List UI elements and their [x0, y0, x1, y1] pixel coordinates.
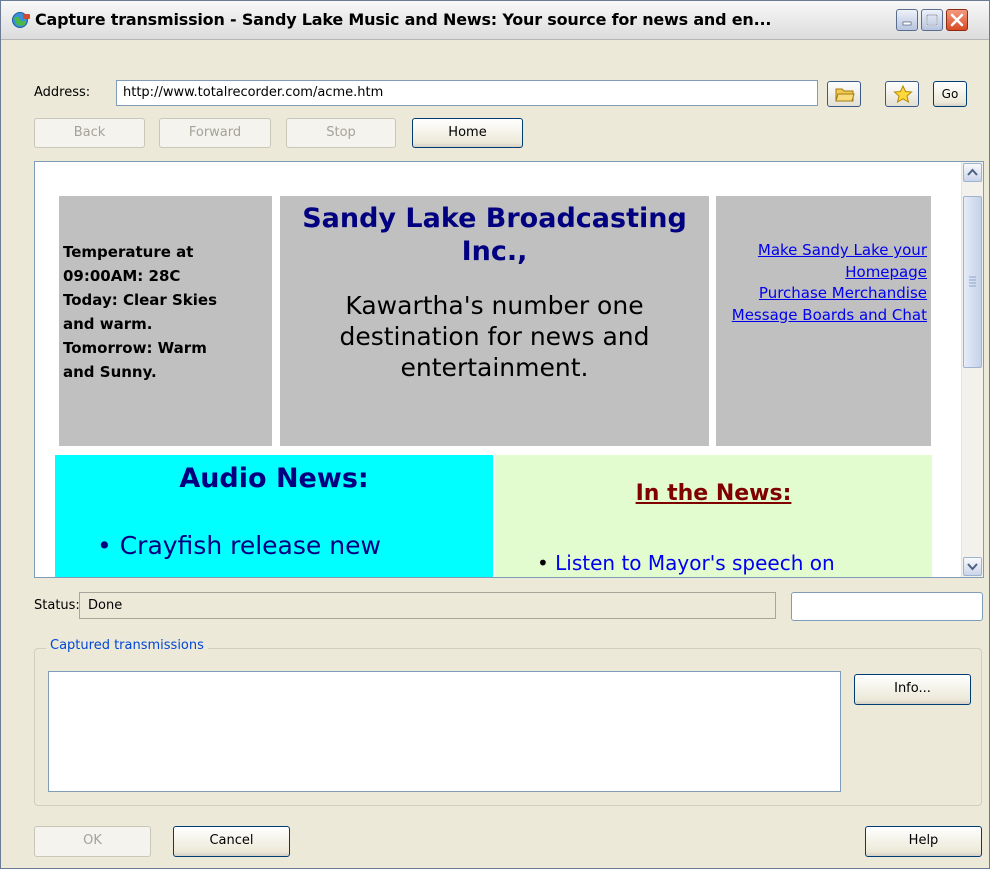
favorites-button[interactable] — [885, 81, 919, 107]
ok-button[interactable]: OK — [34, 826, 151, 857]
grip-icon — [969, 276, 976, 287]
maximize-button[interactable] — [921, 9, 943, 31]
scroll-down-button[interactable] — [963, 557, 982, 576]
capture-dialog: Capture transmission - Sandy Lake Music … — [0, 0, 990, 869]
minimize-button[interactable] — [896, 9, 918, 31]
address-label: Address: — [34, 85, 91, 100]
weather-line: Temperature at — [63, 243, 194, 261]
browse-folder-button[interactable] — [827, 81, 861, 107]
go-button[interactable]: Go — [933, 81, 967, 107]
folder-icon — [835, 88, 855, 102]
star-icon — [893, 85, 913, 103]
scroll-up-button[interactable] — [963, 163, 982, 182]
maximize-icon — [926, 14, 938, 26]
site-tagline: Kawartha's number one destination for ne… — [339, 291, 650, 382]
audio-news-heading: Audio News: — [179, 463, 369, 494]
vertical-scrollbar[interactable] — [961, 162, 983, 577]
audio-news-item: • Crayfish release new — [97, 531, 381, 560]
title-bar[interactable]: Capture transmission - Sandy Lake Music … — [1, 1, 989, 40]
forward-button[interactable]: Forward — [159, 118, 271, 148]
address-input[interactable]: http://www.totalrecorder.com/acme.htm — [116, 80, 818, 106]
stop-button[interactable]: Stop — [286, 118, 396, 148]
back-button[interactable]: Back — [34, 118, 145, 148]
info-button[interactable]: Info... — [854, 674, 971, 705]
audio-news-panel: Audio News: • Crayfish release new — [55, 455, 493, 577]
window-title: Capture transmission - Sandy Lake Music … — [35, 10, 772, 29]
help-button[interactable]: Help — [865, 826, 982, 857]
weather-line: and Sunny. — [63, 363, 157, 381]
weather-line: Today: Clear Skies — [63, 291, 218, 309]
progress-field — [791, 592, 983, 621]
browser-view[interactable]: Temperature at 09:00AM: 28C Today: Clear… — [34, 161, 984, 578]
merchandise-link[interactable]: Purchase Merchandise — [759, 284, 927, 302]
news-item-link[interactable]: Listen to Mayor's speech on — [555, 551, 834, 575]
close-icon — [950, 13, 964, 27]
weather-line: 09:00AM: 28C — [63, 267, 181, 285]
close-button[interactable] — [946, 9, 968, 31]
minimize-icon — [902, 21, 912, 26]
audio-news-item-text[interactable]: Crayfish release new — [120, 531, 381, 560]
links-panel: Make Sandy Lake your Homepage Purchase M… — [716, 196, 931, 446]
message-boards-link[interactable]: Message Boards and Chat — [732, 306, 927, 324]
chevron-up-icon — [967, 168, 978, 176]
scroll-thumb[interactable] — [963, 196, 982, 368]
in-the-news-heading[interactable]: In the News: — [495, 481, 932, 506]
weather-panel: Temperature at 09:00AM: 28C Today: Clear… — [59, 196, 272, 446]
site-title: Sandy Lake Broadcasting Inc., — [302, 203, 687, 267]
chevron-down-icon — [967, 563, 978, 571]
globe-recorder-icon — [12, 12, 30, 28]
in-the-news-panel: In the News: • Listen to Mayor's speech … — [495, 455, 932, 577]
homepage-link[interactable]: Make Sandy Lake your Homepage — [758, 241, 927, 281]
status-label: Status: — [34, 598, 80, 613]
home-button[interactable]: Home — [412, 118, 523, 148]
captured-transmissions-legend: Captured transmissions — [46, 638, 208, 653]
news-item: • Listen to Mayor's speech on — [537, 551, 835, 575]
weather-line: Tomorrow: Warm — [63, 339, 207, 357]
cancel-button[interactable]: Cancel — [173, 826, 290, 857]
status-field: Done — [79, 592, 776, 619]
site-header: Sandy Lake Broadcasting Inc., Kawartha's… — [280, 196, 709, 446]
weather-line: and warm. — [63, 315, 153, 333]
captured-transmissions-list[interactable] — [48, 671, 841, 792]
